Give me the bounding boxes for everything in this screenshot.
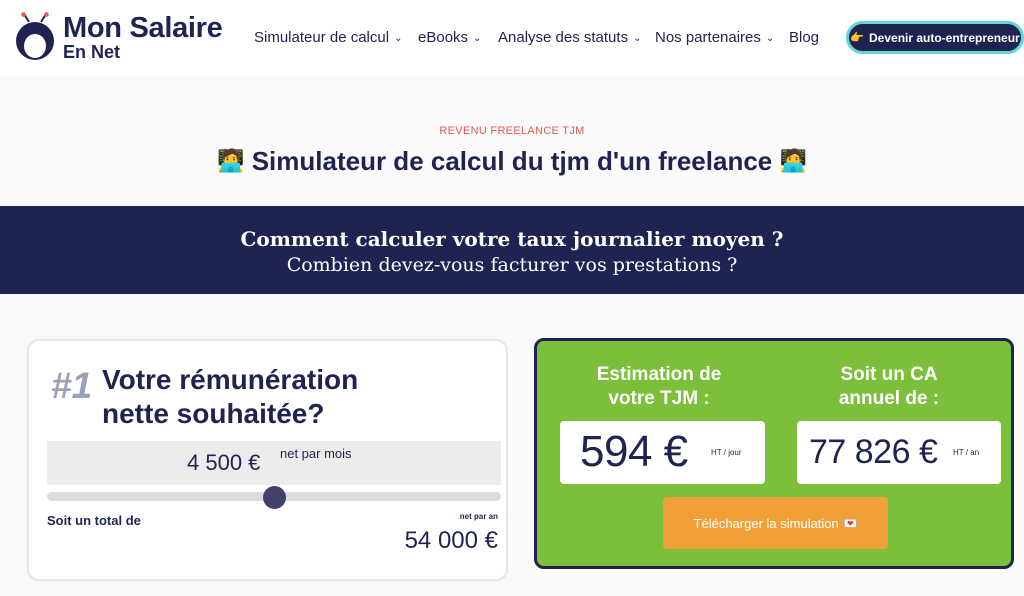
- nav-label: Nos partenaires: [655, 29, 761, 46]
- brand-line-2: En Net: [63, 42, 121, 62]
- brand-name[interactable]: Mon Salaire En Net: [63, 12, 223, 62]
- love-letter-icon: 💌: [843, 517, 858, 530]
- nav-item-partenaires[interactable]: Nos partenaires ⌄: [655, 29, 789, 46]
- brand-line-1: Mon Salaire: [63, 12, 223, 44]
- ca-result-box: 77 826 € HT / an: [797, 421, 1001, 484]
- monthly-amount-value: 4 500 €: [187, 450, 261, 475]
- tjm-value: 594 €: [580, 427, 688, 476]
- nav-item-blog[interactable]: Blog: [789, 29, 829, 46]
- technologist-emoji-icon: 🧑‍💻: [779, 148, 807, 173]
- question-banner: Comment calculer votre taux journalier m…: [0, 206, 1024, 294]
- pointing-hand-icon: 👉: [850, 32, 864, 44]
- tjm-label: Estimation de votre TJM :: [579, 363, 739, 411]
- step-number: #1: [51, 365, 93, 406]
- monthly-amount-field[interactable]: 4 500 € net par mois: [47, 441, 501, 485]
- ca-value: 77 826 €: [809, 433, 938, 471]
- banner-question-2: Combien devez-vous facturer vos prestati…: [286, 254, 738, 276]
- tjm-label-line-2: votre TJM :: [608, 387, 710, 409]
- download-label: Télécharger la simulation: [693, 515, 839, 531]
- ca-unit: HT / an: [953, 448, 980, 457]
- remuneration-title-line-1: Votre rémunération: [102, 364, 359, 395]
- annual-total-value: 54 000 €: [404, 527, 498, 554]
- banner-question-1: Comment calculer votre taux journalier m…: [240, 227, 784, 251]
- ca-label-line-2: annuel de :: [838, 387, 940, 409]
- remuneration-card: #1 Votre rémunération nette souhaitée? 4…: [27, 339, 508, 581]
- eyebrow-label: REVENU FREELANCE TJM: [439, 125, 585, 137]
- chevron-down-icon: ⌄: [633, 32, 642, 44]
- page-title: 🧑‍💻 Simulateur de calcul du tjm d'un fre…: [0, 146, 1024, 177]
- main-nav: Simulateur de calcul ⌄ eBooks ⌄ Analyse …: [254, 29, 829, 46]
- salary-slider-thumb[interactable]: [262, 486, 286, 509]
- result-card: Estimation de votre TJM : Soit un CA ann…: [534, 338, 1014, 569]
- nav-label: eBooks: [418, 29, 469, 46]
- annual-total-unit: net par an: [459, 512, 498, 521]
- chevron-down-icon: ⌄: [394, 32, 403, 44]
- tjm-result-box: 594 € HT / jour: [560, 421, 765, 484]
- ca-label-line-1: Soit un CA: [840, 364, 938, 385]
- download-simulation-button[interactable]: Télécharger la simulation 💌: [663, 497, 888, 549]
- nav-item-simulateur[interactable]: Simulateur de calcul ⌄: [254, 29, 418, 46]
- site-header: Mon Salaire En Net Simulateur de calcul …: [0, 0, 1024, 76]
- monthly-amount-unit: net par mois: [280, 446, 352, 461]
- become-auto-entrepreneur-button[interactable]: 👉 Devenir auto-entrepreneur: [846, 21, 1024, 54]
- nav-item-statuts[interactable]: Analyse des statuts ⌄: [498, 29, 655, 46]
- logo-owl-icon[interactable]: [14, 12, 56, 62]
- chevron-down-icon: ⌄: [765, 32, 775, 44]
- nav-label: Blog: [789, 29, 820, 46]
- remuneration-title-line-2: nette souhaitée?: [102, 397, 325, 429]
- cta-label: Devenir auto-entrepreneur: [869, 30, 1020, 45]
- page-title-text: Simulateur de calcul du tjm d'un freelan…: [251, 146, 773, 176]
- ca-label: Soit un CA annuel de :: [799, 363, 979, 411]
- nav-item-ebooks[interactable]: eBooks ⌄: [418, 29, 498, 46]
- tjm-label-line-1: Estimation de: [596, 364, 722, 385]
- annual-total-label: Soit un total de: [47, 513, 141, 528]
- nav-label: Simulateur de calcul: [254, 29, 390, 46]
- tjm-unit: HT / jour: [711, 448, 742, 457]
- remuneration-title: Votre rémunération nette souhaitée?: [102, 363, 402, 430]
- chevron-down-icon: ⌄: [473, 32, 482, 44]
- nav-label: Analyse des statuts: [498, 29, 629, 46]
- technologist-emoji-icon: 🧑‍💻: [217, 148, 245, 173]
